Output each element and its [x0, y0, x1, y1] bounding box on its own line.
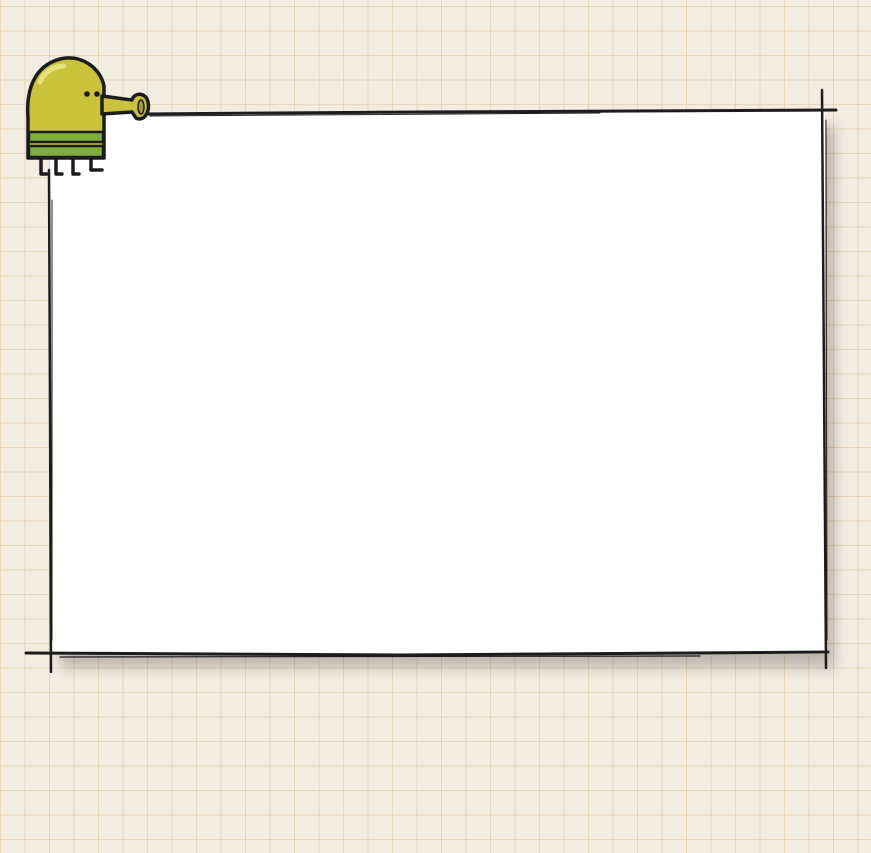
game-screen — [0, 0, 871, 853]
doodler-character — [25, 56, 151, 176]
blank-paper-panel — [50, 112, 825, 654]
